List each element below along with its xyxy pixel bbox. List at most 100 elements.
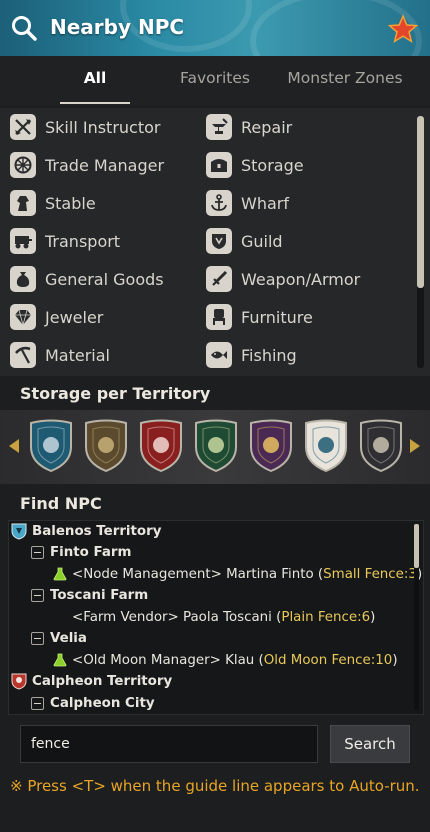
tab-bar: All Favorites Monster Zones <box>0 56 430 106</box>
category-label: Guild <box>241 231 283 251</box>
tree-territory-row[interactable]: Calpheon Territory <box>11 671 172 691</box>
category-label: Stable <box>45 193 96 213</box>
category-stable[interactable]: Stable <box>10 188 96 218</box>
territory-shield-icon <box>11 523 27 540</box>
valencia-shield[interactable] <box>248 419 294 473</box>
wagon-icon <box>10 228 36 254</box>
collapse-toggle-icon[interactable] <box>31 545 44 559</box>
fish-icon <box>206 342 232 368</box>
category-storage[interactable]: Storage <box>206 150 304 180</box>
npc-search-input[interactable]: fence <box>20 725 318 763</box>
category-fishing[interactable]: Fishing <box>206 340 297 370</box>
collapse-toggle-icon[interactable] <box>31 631 44 645</box>
category-skill-instructor[interactable]: Skill Instructor <box>10 112 160 142</box>
tree-scrollbar[interactable] <box>414 524 419 710</box>
tree-npc-row[interactable]: <Node Management> Martina Finto (Small F… <box>53 564 422 584</box>
npc-suffix: ) <box>370 609 376 625</box>
favorite-star-icon[interactable] <box>388 14 418 44</box>
search-button[interactable]: Search <box>330 725 410 763</box>
collapse-toggle-icon[interactable] <box>31 588 44 602</box>
category-label: Furniture <box>241 307 313 327</box>
category-label: Transport <box>45 231 121 251</box>
category-label: Skill Instructor <box>45 117 161 137</box>
category-label: Repair <box>241 117 293 137</box>
territory-shield-icon <box>11 673 27 690</box>
tree-town-row[interactable]: Toscani Farm <box>31 585 148 605</box>
category-label: Jeweler <box>45 307 104 327</box>
window-header: Nearby NPC <box>0 0 430 56</box>
category-label: Storage <box>241 155 304 175</box>
active-tab-indicator <box>60 102 130 104</box>
tree-territory-row[interactable]: Balenos Territory <box>11 521 161 541</box>
serendia-shield[interactable] <box>83 419 129 473</box>
category-label: Material <box>45 345 110 365</box>
category-transport[interactable]: Transport <box>10 226 120 256</box>
gem-icon <box>10 304 36 330</box>
npc-prefix: <Farm Vendor> Paola Toscani ( <box>72 609 282 625</box>
npc-result-tree: Balenos Territory Finto Farm <Node Manag… <box>8 520 424 715</box>
territory-label: Balenos Territory <box>32 523 162 539</box>
crossed-axes-icon <box>10 114 36 140</box>
category-scrollbar-thumb[interactable] <box>417 116 424 288</box>
mediah-shield[interactable] <box>193 419 239 473</box>
flask-icon <box>53 567 67 581</box>
tree-npc-row[interactable]: <Old Moon Manager> Klau (Old Moon Fence:… <box>53 650 398 670</box>
category-jeweler[interactable]: Jeweler <box>10 302 103 332</box>
category-label: Wharf <box>241 193 289 213</box>
town-label: Calpheon City <box>50 695 155 711</box>
flask-icon <box>53 653 67 667</box>
category-trade-manager[interactable]: Trade Manager <box>10 150 164 180</box>
npc-suffix: ) <box>392 652 398 668</box>
window-title: Nearby NPC <box>50 15 185 39</box>
balenos-shield[interactable] <box>28 419 74 473</box>
tab-favorites[interactable]: Favorites <box>170 69 260 87</box>
territory-label: Calpheon Territory <box>32 673 173 689</box>
guild-crest-icon <box>206 228 232 254</box>
chest-icon <box>206 152 232 178</box>
tab-all[interactable]: All <box>62 69 128 87</box>
find-npc-title: Find NPC <box>20 494 102 513</box>
anvil-icon <box>206 114 232 140</box>
kamasylvia-shield[interactable] <box>303 419 349 473</box>
chair-icon <box>206 304 232 330</box>
tree-scrollbar-thumb[interactable] <box>414 524 419 568</box>
anchor-icon <box>206 190 232 216</box>
wheel-icon <box>10 152 36 178</box>
town-label: Finto Farm <box>50 544 132 560</box>
category-repair[interactable]: Repair <box>206 112 292 142</box>
shield-scroll-right-arrow[interactable] <box>410 439 420 453</box>
category-furniture[interactable]: Furniture <box>206 302 313 332</box>
sack-icon <box>10 266 36 292</box>
category-guild[interactable]: Guild <box>206 226 283 256</box>
npc-fence: Small Fence:3 <box>323 566 417 582</box>
tab-monster-zones[interactable]: Monster Zones <box>285 69 405 87</box>
tree-town-row[interactable]: Velia <box>31 628 87 648</box>
category-weapon-armor[interactable]: Weapon/Armor <box>206 264 360 294</box>
horse-icon <box>10 190 36 216</box>
drieghan-shield[interactable] <box>358 419 404 473</box>
category-label: Trade Manager <box>45 155 165 175</box>
sword-icon <box>206 266 232 292</box>
calpheon-shield[interactable] <box>138 419 184 473</box>
category-label: General Goods <box>45 269 164 289</box>
category-general-goods[interactable]: General Goods <box>10 264 164 294</box>
auto-run-hint: ※ Press <T> when the guide line appears … <box>10 777 420 795</box>
town-label: Velia <box>50 630 87 646</box>
npc-fence: Plain Fence:6 <box>281 609 371 625</box>
npc-fence: Old Moon Fence:10 <box>263 652 393 668</box>
category-label: Fishing <box>241 345 297 365</box>
town-label: Toscani Farm <box>50 587 149 603</box>
collapse-toggle-icon[interactable] <box>31 696 44 710</box>
category-scrollbar[interactable] <box>417 116 424 368</box>
npc-prefix: <Old Moon Manager> Klau ( <box>72 652 264 668</box>
tree-npc-row[interactable]: <Farm Vendor> Paola Toscani (Plain Fence… <box>72 607 375 627</box>
pickaxe-icon <box>10 342 36 368</box>
tree-town-row[interactable]: Finto Farm <box>31 542 132 562</box>
storage-per-territory-title: Storage per Territory <box>20 384 211 403</box>
category-material[interactable]: Material <box>10 340 110 370</box>
search-icon <box>12 16 37 41</box>
tree-town-row[interactable]: Calpheon City <box>31 693 155 713</box>
category-wharf[interactable]: Wharf <box>206 188 289 218</box>
category-label: Weapon/Armor <box>241 269 361 289</box>
shield-scroll-left-arrow[interactable] <box>9 439 19 453</box>
